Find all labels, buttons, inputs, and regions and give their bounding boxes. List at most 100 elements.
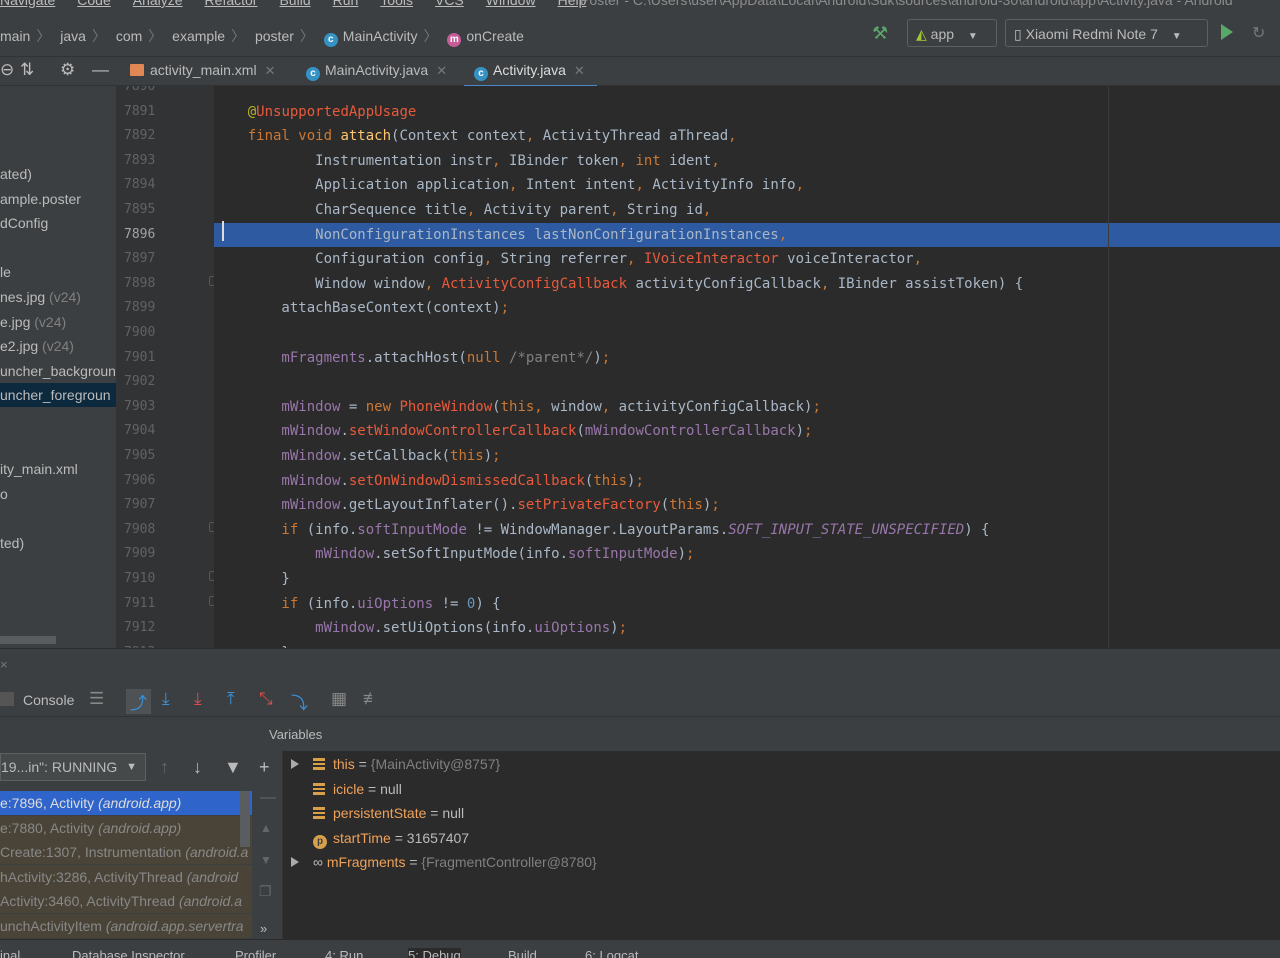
close-icon[interactable]: ✕ (574, 63, 585, 78)
run-icon[interactable] (1221, 24, 1233, 40)
trace-icon[interactable]: ≢ (363, 689, 380, 709)
code-line[interactable]: mWindow.setWindowControllerCallback(mWin… (214, 419, 1280, 443)
evaluate-expression-icon[interactable]: ▦ (331, 689, 347, 709)
step-over-icon[interactable]: ⤓ (162, 689, 170, 709)
code-line[interactable]: Application application, Intent intent, … (214, 173, 1280, 197)
show-execution-point-icon[interactable]: ⤴ (126, 689, 151, 714)
arrow-down-icon[interactable]: ↓ (193, 757, 202, 778)
menu-item-build[interactable]: Build (279, 0, 310, 8)
code-line[interactable]: mWindow.setCallback(this); (214, 444, 1280, 468)
gear-icon[interactable]: ⚙ (60, 60, 75, 80)
step-out-icon[interactable]: ⤒ (227, 689, 235, 709)
code-line[interactable]: Window window, ActivityConfigCallback ac… (214, 272, 1280, 296)
project-tree-item[interactable]: dConfig (0, 211, 116, 235)
expand-arrow-icon[interactable] (291, 759, 299, 769)
variable-row[interactable]: this = {MainActivity@8757} (291, 752, 500, 776)
code-line[interactable]: mWindow.setSoftInputMode(info.softInputM… (214, 542, 1280, 566)
move-down-icon[interactable]: ▼ (260, 853, 272, 867)
build-hammer-icon[interactable]: ⚒ (872, 23, 888, 44)
breadcrumb-main[interactable]: main (0, 28, 30, 44)
variable-row[interactable]: ∞ mFragments = {FragmentController@8780} (291, 850, 597, 874)
project-tree-item[interactable]: ity_main.xml (0, 457, 116, 481)
menu-item-analyze[interactable]: Analyze (133, 0, 183, 8)
breadcrumb-example[interactable]: example (172, 28, 225, 44)
code-line[interactable] (214, 370, 1280, 394)
code-editor[interactable]: @UnsupportedAppUsage final void attach(C… (214, 86, 1280, 648)
project-tree-item[interactable]: uncher_backgroun (0, 359, 116, 383)
tab-mainactivity-java[interactable]: c MainActivity.java ✕ (306, 57, 447, 85)
collapse-icon[interactable]: ⊖ (0, 60, 14, 80)
menu-icon[interactable]: ☰ (89, 689, 104, 709)
code-line[interactable]: Configuration config, String referrer, I… (214, 247, 1280, 271)
project-tree-item[interactable]: ample.poster (0, 187, 116, 211)
project-tree-item[interactable] (0, 236, 116, 260)
console-tab[interactable]: Console (23, 692, 74, 708)
close-icon[interactable]: ✕ (436, 63, 447, 78)
code-line[interactable]: mWindow = new PhoneWindow(this, window, … (214, 395, 1280, 419)
code-line[interactable] (214, 321, 1280, 345)
breadcrumb-java[interactable]: java (60, 28, 86, 44)
code-line[interactable]: } (214, 567, 1280, 591)
variable-row[interactable]: icicle = null (291, 777, 402, 801)
expand-collapse-icon[interactable]: ⇅ (20, 60, 34, 80)
menu-item-code[interactable]: Code (77, 0, 110, 8)
breadcrumb-poster[interactable]: poster (255, 28, 294, 44)
project-tree-item[interactable]: nes.jpg (v24) (0, 285, 116, 309)
project-tree-item[interactable]: o (0, 482, 116, 506)
code-line[interactable]: mWindow.setUiOptions(info.uiOptions); (214, 616, 1280, 640)
force-step-into-icon[interactable]: ⤓ (194, 689, 202, 709)
menu-item-window[interactable]: Window (486, 0, 536, 8)
expand-arrow-icon[interactable] (291, 857, 299, 868)
project-tree-item[interactable] (0, 433, 116, 457)
breadcrumb-com[interactable]: com (116, 28, 142, 44)
code-line[interactable]: @UnsupportedAppUsage (214, 100, 1280, 124)
stack-frame[interactable]: Create:1307, Instrumentation (android.a (0, 840, 252, 865)
breadcrumb-oncreate[interactable]: onCreate (466, 28, 524, 44)
code-line[interactable]: } (214, 641, 1280, 648)
filter-icon[interactable]: ▼ (224, 757, 242, 778)
project-tree-item[interactable] (0, 408, 116, 432)
variable-row[interactable]: persistentState = null (291, 801, 464, 825)
project-tree-item[interactable]: e.jpg (v24) (0, 310, 116, 334)
variable-row[interactable]: p startTime = 31657407 (291, 826, 469, 850)
code-line[interactable]: NonConfigurationInstances lastNonConfigu… (214, 222, 1280, 247)
tab-activity-java[interactable]: c Activity.java ✕ (464, 57, 597, 88)
code-line[interactable]: mWindow.setOnWindowDismissedCallback(thi… (214, 469, 1280, 493)
code-line[interactable]: if (info.softInputMode != WindowManager.… (214, 518, 1280, 542)
run-to-cursor-icon[interactable]: ⤵ (291, 689, 308, 714)
menu-item-refactor[interactable]: Refactor (205, 0, 258, 8)
menu-item-navigate[interactable]: Navigate (0, 0, 55, 8)
project-tree-item[interactable] (0, 506, 116, 530)
arrow-up-icon[interactable]: ↑ (160, 757, 169, 778)
code-line[interactable]: final void attach(Context context, Activ… (214, 124, 1280, 148)
minimize-icon[interactable]: — (92, 60, 109, 80)
remove-watch-icon[interactable]: — (260, 789, 276, 807)
code-line[interactable] (214, 86, 1280, 99)
project-tree-item[interactable]: le (0, 260, 116, 284)
panel-splitter[interactable]: × (0, 648, 1280, 685)
run-config-dropdown[interactable]: ◭ app ▼ (907, 19, 997, 47)
project-tree-item[interactable]: uncher_foregroun (0, 383, 116, 408)
project-tree-item[interactable]: ted) (0, 531, 116, 555)
breadcrumb-mainactivity[interactable]: MainActivity (343, 28, 418, 44)
stack-frame[interactable]: Activity:3460, ActivityThread (android.a (0, 889, 252, 914)
more-icon[interactable]: » (260, 921, 267, 936)
project-tree-item[interactable]: ated) (0, 162, 116, 186)
move-up-icon[interactable]: ▲ (260, 821, 272, 835)
project-tree-item[interactable]: e2.jpg (v24) (0, 334, 116, 358)
close-icon[interactable]: × (0, 657, 8, 672)
stack-frame[interactable]: e:7896, Activity (android.app) (0, 791, 252, 815)
code-line[interactable]: Instrumentation instr, IBinder token, in… (214, 149, 1280, 173)
code-line[interactable]: attachBaseContext(context); (214, 296, 1280, 320)
device-dropdown[interactable]: ▯ Xiaomi Redmi Note 7 ▼ (1005, 19, 1208, 47)
stack-frame[interactable]: unchActivityItem (android.app.servertra (0, 914, 252, 938)
tab-activity-main-xml[interactable]: activity_main.xml ✕ (130, 57, 276, 85)
code-line[interactable]: mFragments.attachHost(null /*parent*/); (214, 346, 1280, 370)
menu-item-vcs[interactable]: VCS (435, 0, 464, 8)
rerun-icon[interactable]: ↻ (1252, 23, 1265, 43)
drop-frame-icon[interactable]: ⤡ (259, 689, 273, 709)
thread-selector[interactable]: 19...in": RUNNING ▼ (0, 753, 146, 781)
stack-frame[interactable]: e:7880, Activity (android.app) (0, 815, 252, 840)
code-line[interactable]: CharSequence title, Activity parent, Str… (214, 198, 1280, 222)
menu-item-run[interactable]: Run (333, 0, 359, 8)
